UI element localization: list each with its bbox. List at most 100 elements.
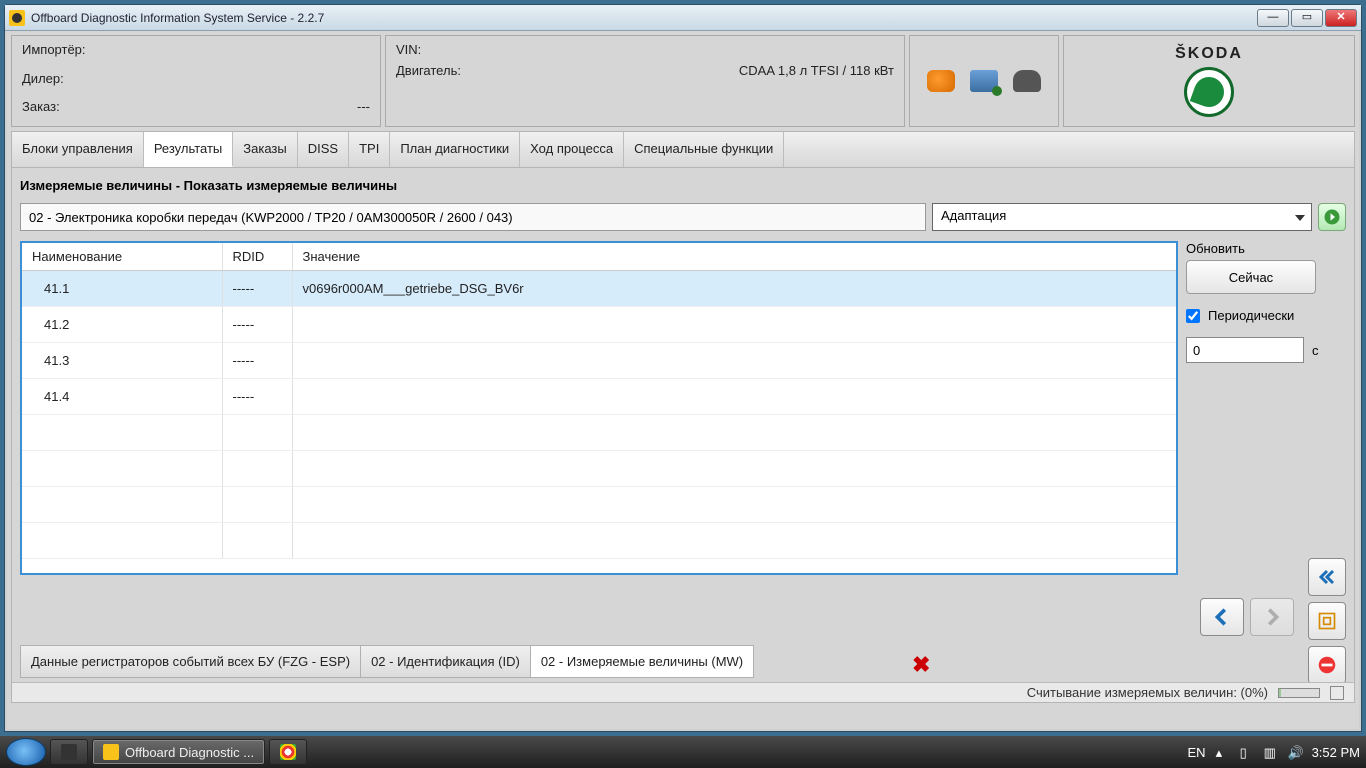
close-tab-button[interactable]: ✖ (912, 652, 930, 678)
vin-label: VIN: (396, 42, 421, 57)
tab-tpi[interactable]: TPI (349, 132, 390, 167)
main-tabstrip: Блоки управления Результаты Заказы DISS … (11, 131, 1355, 167)
col-rdid-header[interactable]: RDID (222, 243, 292, 271)
bottom-tabstrip: Данные регистраторов событий всех БУ (FZ… (20, 645, 753, 678)
cell-value (292, 379, 1176, 415)
tab-blocks[interactable]: Блоки управления (12, 132, 144, 167)
computer-icon[interactable] (970, 70, 998, 92)
col-value-header[interactable]: Значение (292, 243, 1176, 271)
taskbar-app-label: Offboard Diagnostic ... (125, 745, 254, 760)
cell-rdid: ----- (222, 307, 292, 343)
key-icon[interactable] (1013, 70, 1041, 92)
tab-diss[interactable]: DISS (298, 132, 349, 167)
fullscreen-icon (1317, 611, 1337, 631)
collapse-button[interactable] (1308, 558, 1346, 596)
brand-panel: ŠKODA (1063, 35, 1355, 127)
refresh-sidebar: Обновить Сейчас Периодически с (1186, 241, 1346, 575)
double-chevron-left-icon (1316, 568, 1338, 586)
table-row[interactable] (22, 415, 1176, 451)
tab-results[interactable]: Результаты (144, 132, 233, 167)
table-row[interactable] (22, 451, 1176, 487)
taskbar-item-chrome[interactable] (269, 739, 307, 765)
interval-input[interactable] (1186, 337, 1304, 363)
cell-rdid: ----- (222, 379, 292, 415)
table-row[interactable]: 41.2----- (22, 307, 1176, 343)
vehicle-panel: VIN: Двигатель: CDAA 1,8 л TFSI / 118 кВт (385, 35, 905, 127)
chrome-icon (280, 744, 296, 760)
combobox-value: Адаптация (941, 208, 1006, 223)
cancel-button[interactable] (1308, 646, 1346, 684)
ecu-selector-text: 02 - Электроника коробки передач (KWP200… (20, 203, 926, 231)
tray-lang[interactable]: EN (1188, 745, 1206, 760)
function-combobox[interactable]: Адаптация (932, 203, 1312, 231)
start-button[interactable] (6, 738, 46, 766)
btab-measured-values[interactable]: 02 - Измеряемые величины (MW) (530, 645, 754, 678)
status-text: Считывание измеряемых величин: (0%) (1027, 685, 1268, 700)
table-row[interactable] (22, 487, 1176, 523)
vehicle-icons-panel (909, 35, 1059, 127)
nav-prev-button[interactable] (1200, 598, 1244, 636)
refresh-now-button[interactable]: Сейчас (1186, 260, 1316, 294)
table-row[interactable]: 41.1-----v0696r000AM___getriebe_DSG_BV6r (22, 271, 1176, 307)
values-table: Наименование RDID Значение 41.1-----v069… (22, 243, 1176, 559)
arrow-right-circle-icon (1323, 208, 1341, 226)
network-icon[interactable]: ▥ (1264, 745, 1278, 759)
taskbar-item-unknown[interactable] (50, 739, 88, 765)
dealer-label: Дилер: (22, 71, 64, 86)
tray-clock: 3:52 PM (1312, 745, 1360, 760)
cell-value (292, 343, 1176, 379)
cell-name: 41.1 (22, 271, 222, 307)
car-icon[interactable] (927, 70, 955, 92)
section-title: Измеряемые величины - Показать измеряемы… (20, 178, 1346, 193)
btab-identification[interactable]: 02 - Идентификация (ID) (360, 645, 531, 678)
cancel-icon (1316, 654, 1338, 676)
periodic-checkbox[interactable] (1186, 309, 1200, 323)
progress-bar (1278, 688, 1320, 698)
cell-value: v0696r000AM___getriebe_DSG_BV6r (292, 271, 1176, 307)
close-button[interactable]: ✕ (1325, 9, 1357, 27)
statusbar: Считывание измеряемых величин: (0%) (12, 682, 1354, 702)
fullscreen-button[interactable] (1308, 602, 1346, 640)
col-name-header[interactable]: Наименование (22, 243, 222, 271)
importer-panel: Импортёр: Дилер: Заказ:--- (11, 35, 381, 127)
tab-special[interactable]: Специальные функции (624, 132, 784, 167)
nav-next-button[interactable] (1250, 598, 1294, 636)
log-icon[interactable] (1330, 686, 1344, 700)
tray-up-icon[interactable]: ▴ (1216, 745, 1230, 759)
order-label: Заказ: (22, 99, 60, 114)
brand-text: ŠKODA (1175, 45, 1243, 63)
cube-icon (61, 744, 77, 760)
btab-fzg-esp[interactable]: Данные регистраторов событий всех БУ (FZ… (20, 645, 361, 678)
cell-rdid: ----- (222, 343, 292, 379)
windows-taskbar[interactable]: Offboard Diagnostic ... EN ▴ ▯ ▥ 🔊 3:52 … (0, 736, 1366, 768)
cell-rdid: ----- (222, 271, 292, 307)
battery-icon[interactable]: ▯ (1240, 745, 1254, 759)
titlebar[interactable]: Offboard Diagnostic Information System S… (5, 5, 1361, 31)
tab-orders[interactable]: Заказы (233, 132, 297, 167)
system-tray[interactable]: EN ▴ ▯ ▥ 🔊 3:52 PM (1188, 745, 1360, 760)
table-row[interactable]: 41.3----- (22, 343, 1176, 379)
periodic-label: Периодически (1208, 308, 1294, 323)
maximize-button[interactable]: ▭ (1291, 9, 1323, 27)
content-area: Измеряемые величины - Показать измеряемы… (11, 167, 1355, 703)
cell-name: 41.4 (22, 379, 222, 415)
taskbar-item-odis[interactable]: Offboard Diagnostic ... (92, 739, 265, 765)
app-body: Импортёр: Дилер: Заказ:--- VIN: Двигател… (7, 31, 1359, 729)
cell-name: 41.3 (22, 343, 222, 379)
table-row[interactable] (22, 523, 1176, 559)
engine-label: Двигатель: (396, 63, 461, 78)
go-button[interactable] (1318, 203, 1346, 231)
app-icon (103, 744, 119, 760)
cell-name: 41.2 (22, 307, 222, 343)
tab-diagnostic-plan[interactable]: План диагностики (390, 132, 520, 167)
volume-icon[interactable]: 🔊 (1288, 745, 1302, 759)
chevron-right-icon (1261, 606, 1283, 628)
window-title: Offboard Diagnostic Information System S… (31, 11, 1257, 25)
app-window: Offboard Diagnostic Information System S… (4, 4, 1362, 732)
refresh-label: Обновить (1186, 241, 1346, 256)
minimize-button[interactable]: — (1257, 9, 1289, 27)
table-row[interactable]: 41.4----- (22, 379, 1176, 415)
tab-process[interactable]: Ход процесса (520, 132, 624, 167)
engine-value: CDAA 1,8 л TFSI / 118 кВт (739, 63, 894, 78)
interval-unit: с (1312, 343, 1319, 358)
